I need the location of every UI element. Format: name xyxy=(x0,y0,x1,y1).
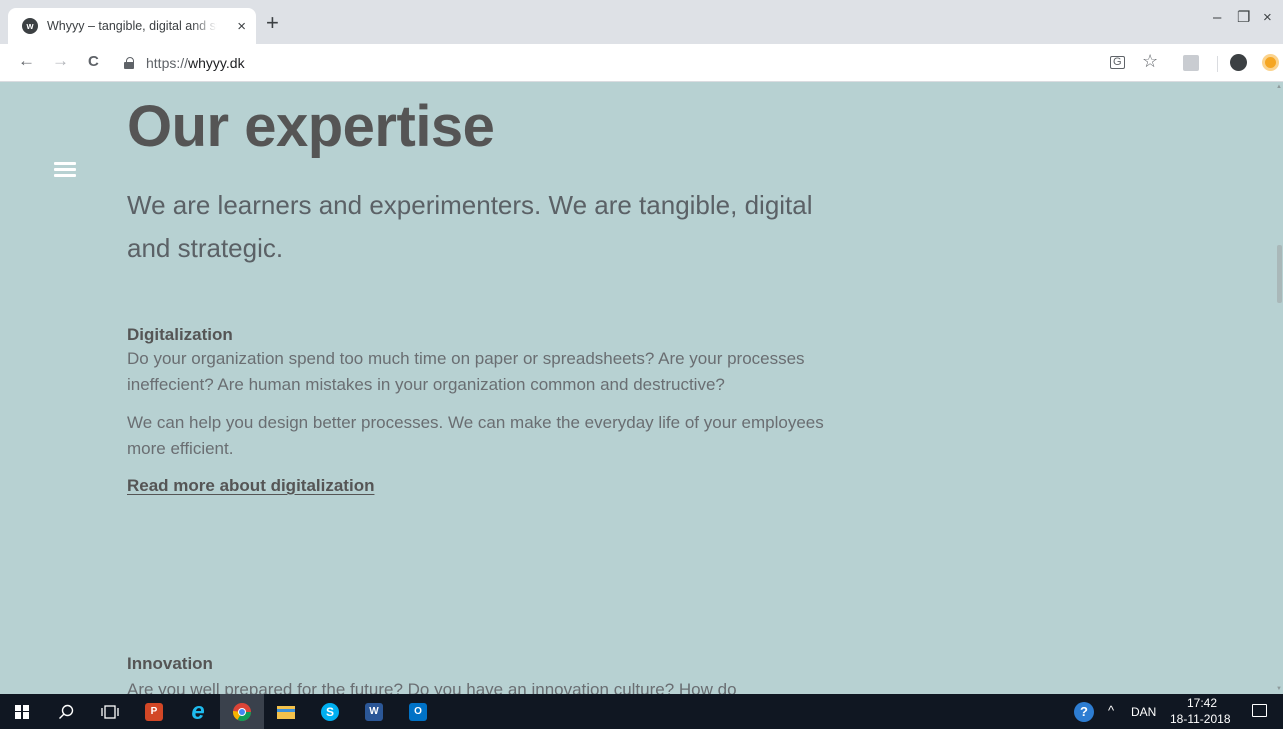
address-bar[interactable]: https://whyyy.dk xyxy=(124,51,1184,75)
windows-taskbar: P e S W O ? ^ DAN 17:42 18-11-2018 xyxy=(0,694,1283,729)
tab-strip: w Whyyy – tangible, digital and strategi… xyxy=(0,0,1283,44)
forward-button[interactable]: → xyxy=(52,52,69,69)
tab-title: Whyyy – tangible, digital and strategic xyxy=(47,19,217,33)
scrollbar-thumb[interactable] xyxy=(1277,245,1282,303)
pdf-extension-icon[interactable] xyxy=(1183,55,1199,71)
translate-icon[interactable]: G xyxy=(1110,56,1125,69)
page-title: Our expertise xyxy=(127,94,495,159)
language-indicator[interactable]: DAN xyxy=(1131,705,1156,719)
section-title: Innovation xyxy=(127,654,213,673)
scroll-down-icon[interactable]: ▼ xyxy=(1276,686,1282,692)
clock-date[interactable]: 18-11-2018 xyxy=(1170,712,1231,726)
clock-time[interactable]: 17:42 xyxy=(1187,696,1217,710)
browser-tab-active[interactable]: w Whyyy – tangible, digital and strategi… xyxy=(8,8,256,44)
file-explorer-icon[interactable] xyxy=(264,694,308,729)
tray-chevron-icon[interactable]: ^ xyxy=(1108,703,1114,718)
internet-explorer-icon[interactable]: e xyxy=(176,694,220,729)
search-icon[interactable] xyxy=(44,694,88,729)
read-more-digitalization-link[interactable]: Read more about digitalization xyxy=(127,476,374,496)
section-digitalization: Digitalization Do your organization spen… xyxy=(127,324,857,496)
restore-button[interactable]: ❐ xyxy=(1237,10,1250,25)
new-tab-button[interactable]: + xyxy=(266,12,279,34)
intro-text: We are learners and experimenters. We ar… xyxy=(127,190,813,263)
scrollbar[interactable]: ▲ ▼ xyxy=(1276,82,1283,694)
notifications-icon[interactable] xyxy=(1252,704,1267,717)
scroll-up-icon[interactable]: ▲ xyxy=(1276,84,1282,90)
lock-icon xyxy=(124,57,134,69)
section-paragraph: We can help you design better processes.… xyxy=(127,413,824,458)
star-icon[interactable]: ☆ xyxy=(1142,52,1158,70)
menu-icon[interactable] xyxy=(54,162,76,178)
powerpoint-icon[interactable]: P xyxy=(132,694,176,729)
word-icon[interactable]: W xyxy=(352,694,396,729)
browser-toolbar: ← → C https://whyyy.dk G ☆ xyxy=(0,44,1283,82)
outlook-icon[interactable]: O xyxy=(396,694,440,729)
skype-icon[interactable]: S xyxy=(308,694,352,729)
windows-start-icon[interactable] xyxy=(0,694,44,729)
reload-button[interactable]: C xyxy=(88,54,99,69)
extension-icon[interactable] xyxy=(1262,54,1279,71)
main-content: Our expertise We are learners and experi… xyxy=(127,82,857,496)
help-icon[interactable]: ? xyxy=(1074,702,1094,722)
tab-close-icon[interactable]: × xyxy=(237,19,246,34)
url-text: https://whyyy.dk xyxy=(146,55,245,71)
minimize-button[interactable]: – xyxy=(1213,10,1221,25)
favicon-icon: w xyxy=(22,18,38,34)
page-viewport: Our expertise We are learners and experi… xyxy=(0,82,1283,694)
section-paragraph: Do your organization spend too much time… xyxy=(127,349,805,394)
toolbar-divider xyxy=(1217,56,1218,72)
section-title: Digitalization xyxy=(127,325,233,344)
chrome-icon[interactable] xyxy=(220,694,264,729)
back-button[interactable]: ← xyxy=(18,52,35,69)
section-innovation: Innovation Are you well prepared for the… xyxy=(127,653,857,694)
close-window-button[interactable]: × xyxy=(1263,10,1272,25)
section-paragraph: Are you well prepared for the future? Do… xyxy=(127,680,737,694)
task-view-icon[interactable] xyxy=(88,694,132,729)
account-icon[interactable] xyxy=(1230,54,1247,71)
